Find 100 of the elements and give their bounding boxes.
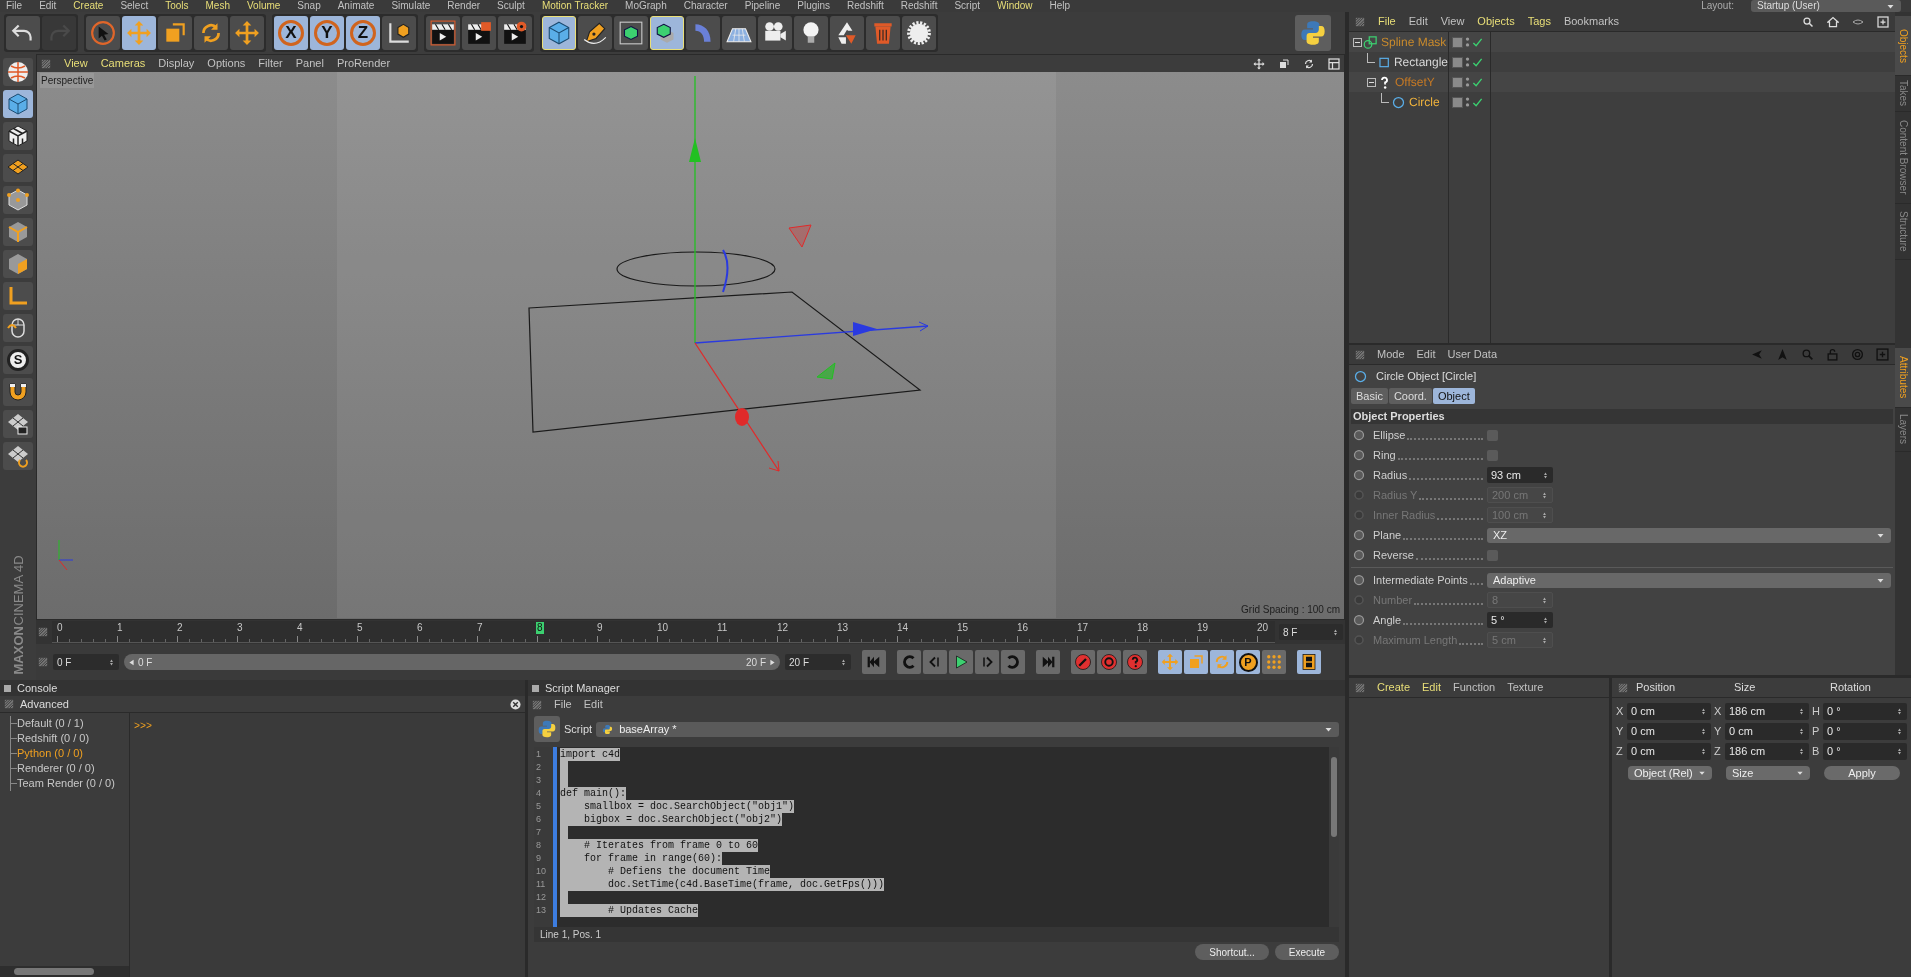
layer-swatch[interactable] xyxy=(1452,56,1463,68)
keyframe-toggle-icon[interactable] xyxy=(1353,614,1365,626)
close-icon[interactable] xyxy=(510,698,521,710)
menu-item[interactable]: Render xyxy=(447,0,481,12)
keyframe-toggle-icon[interactable] xyxy=(1353,509,1365,521)
menu-item[interactable]: Tools xyxy=(165,0,189,12)
console-channel[interactable]: Default (0 / 1) xyxy=(17,715,84,732)
size-field[interactable]: 186 cm xyxy=(1725,703,1809,720)
axis-button[interactable]: Z xyxy=(346,16,380,50)
menu-item[interactable]: Sculpt xyxy=(497,0,525,12)
subdivision-tool-button[interactable] xyxy=(614,16,648,50)
menu-item[interactable]: Filter xyxy=(258,55,283,72)
menu-item[interactable]: Display xyxy=(158,55,195,72)
rotation-field[interactable]: 0 ° xyxy=(1823,723,1907,740)
mode-button[interactable] xyxy=(3,410,33,438)
visibility-dots-icon[interactable] xyxy=(1465,76,1470,88)
menu-item[interactable]: Script xyxy=(954,0,980,12)
menu-item[interactable]: Help xyxy=(1049,0,1071,12)
mode-button[interactable] xyxy=(3,442,33,470)
axis-button[interactable]: X xyxy=(274,16,308,50)
mode-button[interactable] xyxy=(3,154,33,182)
mode-button[interactable] xyxy=(3,314,33,342)
undo-tool-button[interactable] xyxy=(6,16,40,50)
menu-item[interactable]: Plugins xyxy=(797,0,831,12)
recycle-tool-button[interactable] xyxy=(830,16,864,50)
floor-tool-button[interactable] xyxy=(722,16,756,50)
position-field[interactable]: 0 cm xyxy=(1627,743,1711,760)
menu-item[interactable]: ProRender xyxy=(336,55,391,72)
check-icon[interactable] xyxy=(1472,36,1483,48)
coordinate-mode-dropdown[interactable]: Object (Rel) xyxy=(1628,766,1712,780)
visibility-dots-icon[interactable] xyxy=(1465,96,1470,108)
checkbox[interactable] xyxy=(1487,549,1498,561)
timeline-ruler[interactable]: 0 1 2 3 4 5 6 7 8 9 10 11 12 13 14 15 16 17 18 19 20 xyxy=(52,621,1275,643)
axis-button[interactable]: Y xyxy=(310,16,344,50)
menu-item[interactable]: Edit xyxy=(1416,346,1436,363)
side-tab[interactable]: Objects xyxy=(1895,16,1911,76)
menu-item[interactable]: Edit xyxy=(1422,679,1441,696)
camera-tool-button[interactable] xyxy=(758,16,792,50)
keyframe-toggle-icon[interactable] xyxy=(1353,594,1365,606)
menu-item[interactable]: Volume xyxy=(247,0,281,12)
checkbox[interactable] xyxy=(1487,449,1498,461)
first-button[interactable] xyxy=(862,650,886,674)
position-field[interactable]: 0 cm xyxy=(1627,703,1711,720)
rotation-field[interactable]: 0 ° xyxy=(1823,743,1907,760)
console-channel[interactable]: Renderer (0 / 0) xyxy=(17,760,95,777)
collapse-toggle[interactable] xyxy=(1367,77,1376,87)
menu-item[interactable]: Options xyxy=(207,55,246,72)
frame-range-bar[interactable]: 0 F 20 F xyxy=(124,654,780,670)
mode-button[interactable] xyxy=(3,378,33,406)
frame-field[interactable]: 8 F xyxy=(1279,624,1343,640)
array-tool-button[interactable] xyxy=(650,16,684,50)
script-action-button[interactable]: Execute xyxy=(1274,944,1339,960)
attribute-tab[interactable]: Object xyxy=(1432,388,1475,404)
menu-item[interactable]: Texture xyxy=(1507,679,1544,696)
keyframe-toggle-icon[interactable] xyxy=(1353,489,1365,501)
keyframe-toggle-icon[interactable] xyxy=(1353,574,1365,586)
menu-item[interactable]: Pipeline xyxy=(744,0,781,12)
record-button[interactable] xyxy=(1071,650,1095,674)
horizontal-scrollbar[interactable] xyxy=(0,966,129,977)
menu-item[interactable]: Window xyxy=(997,0,1033,12)
mode-button[interactable]: S xyxy=(3,346,33,374)
right-triangle-icon[interactable] xyxy=(769,658,776,666)
checkbox[interactable] xyxy=(1487,429,1498,441)
menu-item[interactable]: View xyxy=(1440,13,1465,30)
attribute-tab[interactable]: Basic xyxy=(1351,388,1388,404)
keyframe-toggle-icon[interactable] xyxy=(1353,469,1365,481)
menu-item[interactable]: Bookmarks xyxy=(1563,13,1619,30)
mode-button[interactable] xyxy=(3,122,33,150)
side-tab[interactable]: Attributes xyxy=(1895,348,1911,408)
side-tab[interactable]: Layers xyxy=(1895,408,1911,452)
menu-item[interactable]: Mesh xyxy=(205,0,230,12)
menu-item[interactable]: Edit xyxy=(1408,13,1428,30)
cursor-tool-button[interactable] xyxy=(86,16,120,50)
position-field[interactable]: 0 cm xyxy=(1627,723,1711,740)
keyframe-toggle-icon[interactable] xyxy=(1353,429,1365,441)
world-tool-button[interactable] xyxy=(382,16,416,50)
keyframe-toggle-icon[interactable] xyxy=(1353,634,1365,646)
autokey-button[interactable] xyxy=(1097,650,1121,674)
menu-item[interactable]: File xyxy=(1378,13,1396,30)
play-button[interactable] xyxy=(949,650,973,674)
size-mode-dropdown[interactable]: Size xyxy=(1726,766,1810,780)
menu-item[interactable]: Redshift xyxy=(900,0,938,12)
menu-item[interactable]: Panel xyxy=(295,55,324,72)
script-dropdown[interactable]: baseArray * xyxy=(596,721,1339,737)
keyframe-toggle-icon[interactable] xyxy=(1353,529,1365,541)
keyframe-toggle-icon[interactable] xyxy=(1353,549,1365,561)
pen-tool-button[interactable] xyxy=(578,16,612,50)
menu-item[interactable]: Cameras xyxy=(100,55,146,72)
visibility-dots-icon[interactable] xyxy=(1465,56,1470,68)
check-icon[interactable] xyxy=(1472,76,1483,88)
size-field[interactable]: 0 cm xyxy=(1725,723,1809,740)
x-axis-arrow[interactable] xyxy=(694,321,929,344)
menu-item[interactable]: Tags xyxy=(1527,13,1551,30)
menu-item[interactable]: Mode xyxy=(1377,346,1405,363)
circle-spline[interactable] xyxy=(616,251,776,287)
console-channel[interactable]: Python (0 / 0) xyxy=(17,745,84,762)
film-button[interactable] xyxy=(1297,650,1321,674)
layout-dropdown[interactable]: Startup (User) xyxy=(1751,0,1901,12)
object-name[interactable]: Circle xyxy=(1409,95,1440,109)
end-frame-field[interactable]: 20 F xyxy=(785,654,851,670)
